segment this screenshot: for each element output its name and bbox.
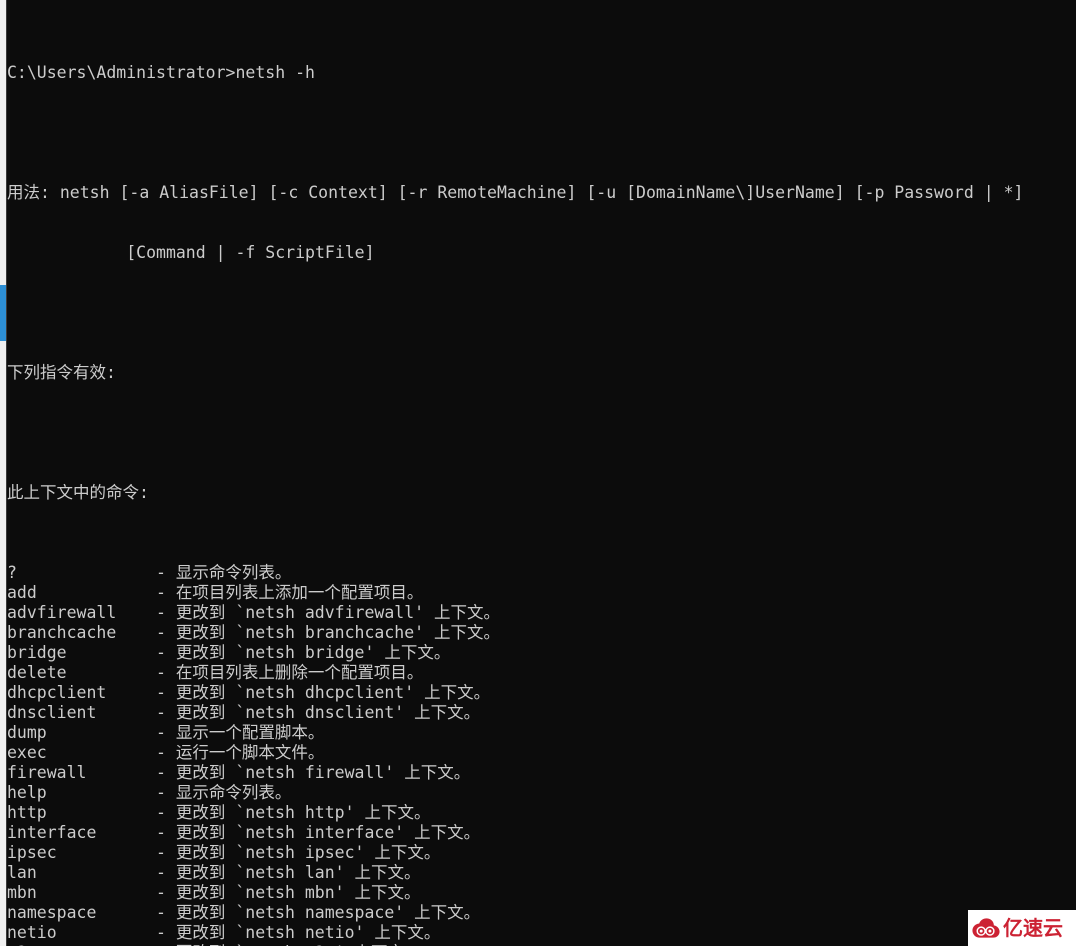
command-name: advfirewall [7, 603, 157, 622]
command-row: http - 更改到 `netsh http' 上下文。 [7, 803, 1076, 823]
terminal-output-area[interactable]: C:\Users\Administrator>netsh -h 用法: nets… [7, 0, 1076, 946]
vertical-scrollbar[interactable] [0, 0, 7, 946]
command-row: dhcpclient - 更改到 `netsh dhcpclient' 上下文。 [7, 683, 1076, 703]
command-row: dnsclient - 更改到 `netsh dnsclient' 上下文。 [7, 703, 1076, 723]
command-name: ? [7, 563, 157, 582]
command-name: netio [7, 923, 157, 942]
watermark-text: 亿速云 [1003, 916, 1063, 940]
command-description: 在项目列表上添加一个配置项目。 [175, 583, 424, 602]
usage-line-1: 用法: netsh [-a AliasFile] [-c Context] [-… [7, 183, 1024, 202]
command-name: dnsclient [7, 703, 157, 722]
command-description: 更改到 `netsh interface' 上下文。 [175, 823, 481, 842]
command-dash: - [156, 663, 176, 682]
command-description: 显示一个配置脚本。 [175, 723, 325, 742]
command-description: 更改到 `netsh branchcache' 上下文。 [175, 623, 501, 642]
command-dash: - [156, 603, 176, 622]
command-name: branchcache [7, 623, 157, 642]
command-name: delete [7, 663, 157, 682]
command-row: firewall - 更改到 `netsh firewall' 上下文。 [7, 763, 1076, 783]
command-description: 更改到 `netsh bridge' 上下文。 [175, 643, 451, 662]
command-description: 更改到 `netsh namespace' 上下文。 [175, 903, 481, 922]
command-list: ? - 显示命令列表。 add - 在项目列表上添加一个配置项目。 advfirew… [7, 563, 1076, 946]
command-description: 更改到 `netsh firewall' 上下文。 [175, 763, 471, 782]
command-name: dhcpclient [7, 683, 157, 702]
command-dash: - [156, 563, 176, 582]
command-name: help [7, 783, 157, 802]
command-description: 运行一个脚本文件。 [175, 743, 325, 762]
command-dash: - [156, 583, 176, 602]
command-description: 在项目列表上删除一个配置项目。 [175, 663, 424, 682]
command-row: branchcache - 更改到 `netsh branchcache' 上下… [7, 623, 1076, 643]
command-dash: - [156, 723, 176, 742]
command-row: mbn - 更改到 `netsh mbn' 上下文。 [7, 883, 1076, 903]
command-name: exec [7, 743, 157, 762]
command-description: 更改到 `netsh dnsclient' 上下文。 [175, 703, 481, 722]
command-dash: - [156, 643, 176, 662]
command-description: 更改到 `netsh mbn' 上下文。 [175, 883, 421, 902]
command-row: bridge - 更改到 `netsh bridge' 上下文。 [7, 643, 1076, 663]
command-row: interface - 更改到 `netsh interface' 上下文。 [7, 823, 1076, 843]
command-row: dump - 显示一个配置脚本。 [7, 723, 1076, 743]
scrollbar-thumb[interactable] [0, 285, 6, 341]
command-dash: - [156, 863, 176, 882]
command-row: netio - 更改到 `netsh netio' 上下文。 [7, 923, 1076, 943]
command-dash: - [156, 783, 176, 802]
command-dash: - [156, 683, 176, 702]
command-row: ? - 显示命令列表。 [7, 563, 1076, 583]
watermark: 亿速云 [968, 910, 1076, 946]
usage-line-2: [Command | -f ScriptFile] [7, 243, 375, 262]
command-dash: - [156, 923, 176, 942]
command-description: 更改到 `netsh netio' 上下文。 [175, 923, 441, 942]
command-dash: - [156, 903, 176, 922]
command-dash: - [156, 883, 176, 902]
command-row: help - 显示命令列表。 [7, 783, 1076, 803]
command-row: ipsec - 更改到 `netsh ipsec' 上下文。 [7, 843, 1076, 863]
command-row: exec - 运行一个脚本文件。 [7, 743, 1076, 763]
command-row: add - 在项目列表上添加一个配置项目。 [7, 583, 1076, 603]
command-name: firewall [7, 763, 157, 782]
command-description: 更改到 `netsh http' 上下文。 [175, 803, 431, 822]
command-dash: - [156, 803, 176, 822]
command-description: 显示命令列表。 [175, 783, 292, 802]
command-description: 更改到 `netsh dhcpclient' 上下文。 [175, 683, 491, 702]
command-description: 更改到 `netsh ipsec' 上下文。 [175, 843, 441, 862]
command-dash: - [156, 823, 176, 842]
context-commands-heading: 此上下文中的命令: [7, 483, 149, 502]
command-dash: - [156, 623, 176, 642]
command-name: http [7, 803, 157, 822]
command-description: 更改到 `netsh lan' 上下文。 [175, 863, 421, 882]
cloud-swirl-logo-icon [972, 918, 1000, 938]
command-row: advfirewall - 更改到 `netsh advfirewall' 上下… [7, 603, 1076, 623]
command-row: delete - 在项目列表上删除一个配置项目。 [7, 663, 1076, 683]
command-name: mbn [7, 883, 157, 902]
command-row: lan - 更改到 `netsh lan' 上下文。 [7, 863, 1076, 883]
prompt-line: C:\Users\Administrator>netsh -h [7, 63, 315, 82]
command-dash: - [156, 743, 176, 762]
command-name: interface [7, 823, 157, 842]
command-row: namespace - 更改到 `netsh namespace' 上下文。 [7, 903, 1076, 923]
cmd-terminal-window: C:\Users\Administrator>netsh -h 用法: nets… [0, 0, 1076, 946]
command-description: 更改到 `netsh advfirewall' 上下文。 [175, 603, 501, 622]
command-description: 显示命令列表。 [175, 563, 292, 582]
command-name: lan [7, 863, 157, 882]
command-name: dump [7, 723, 157, 742]
command-name: namespace [7, 903, 157, 922]
command-dash: - [156, 763, 176, 782]
command-dash: - [156, 843, 176, 862]
command-name: bridge [7, 643, 157, 662]
valid-commands-heading: 下列指令有效: [7, 363, 116, 382]
command-name: ipsec [7, 843, 157, 862]
command-name: add [7, 583, 157, 602]
command-dash: - [156, 703, 176, 722]
